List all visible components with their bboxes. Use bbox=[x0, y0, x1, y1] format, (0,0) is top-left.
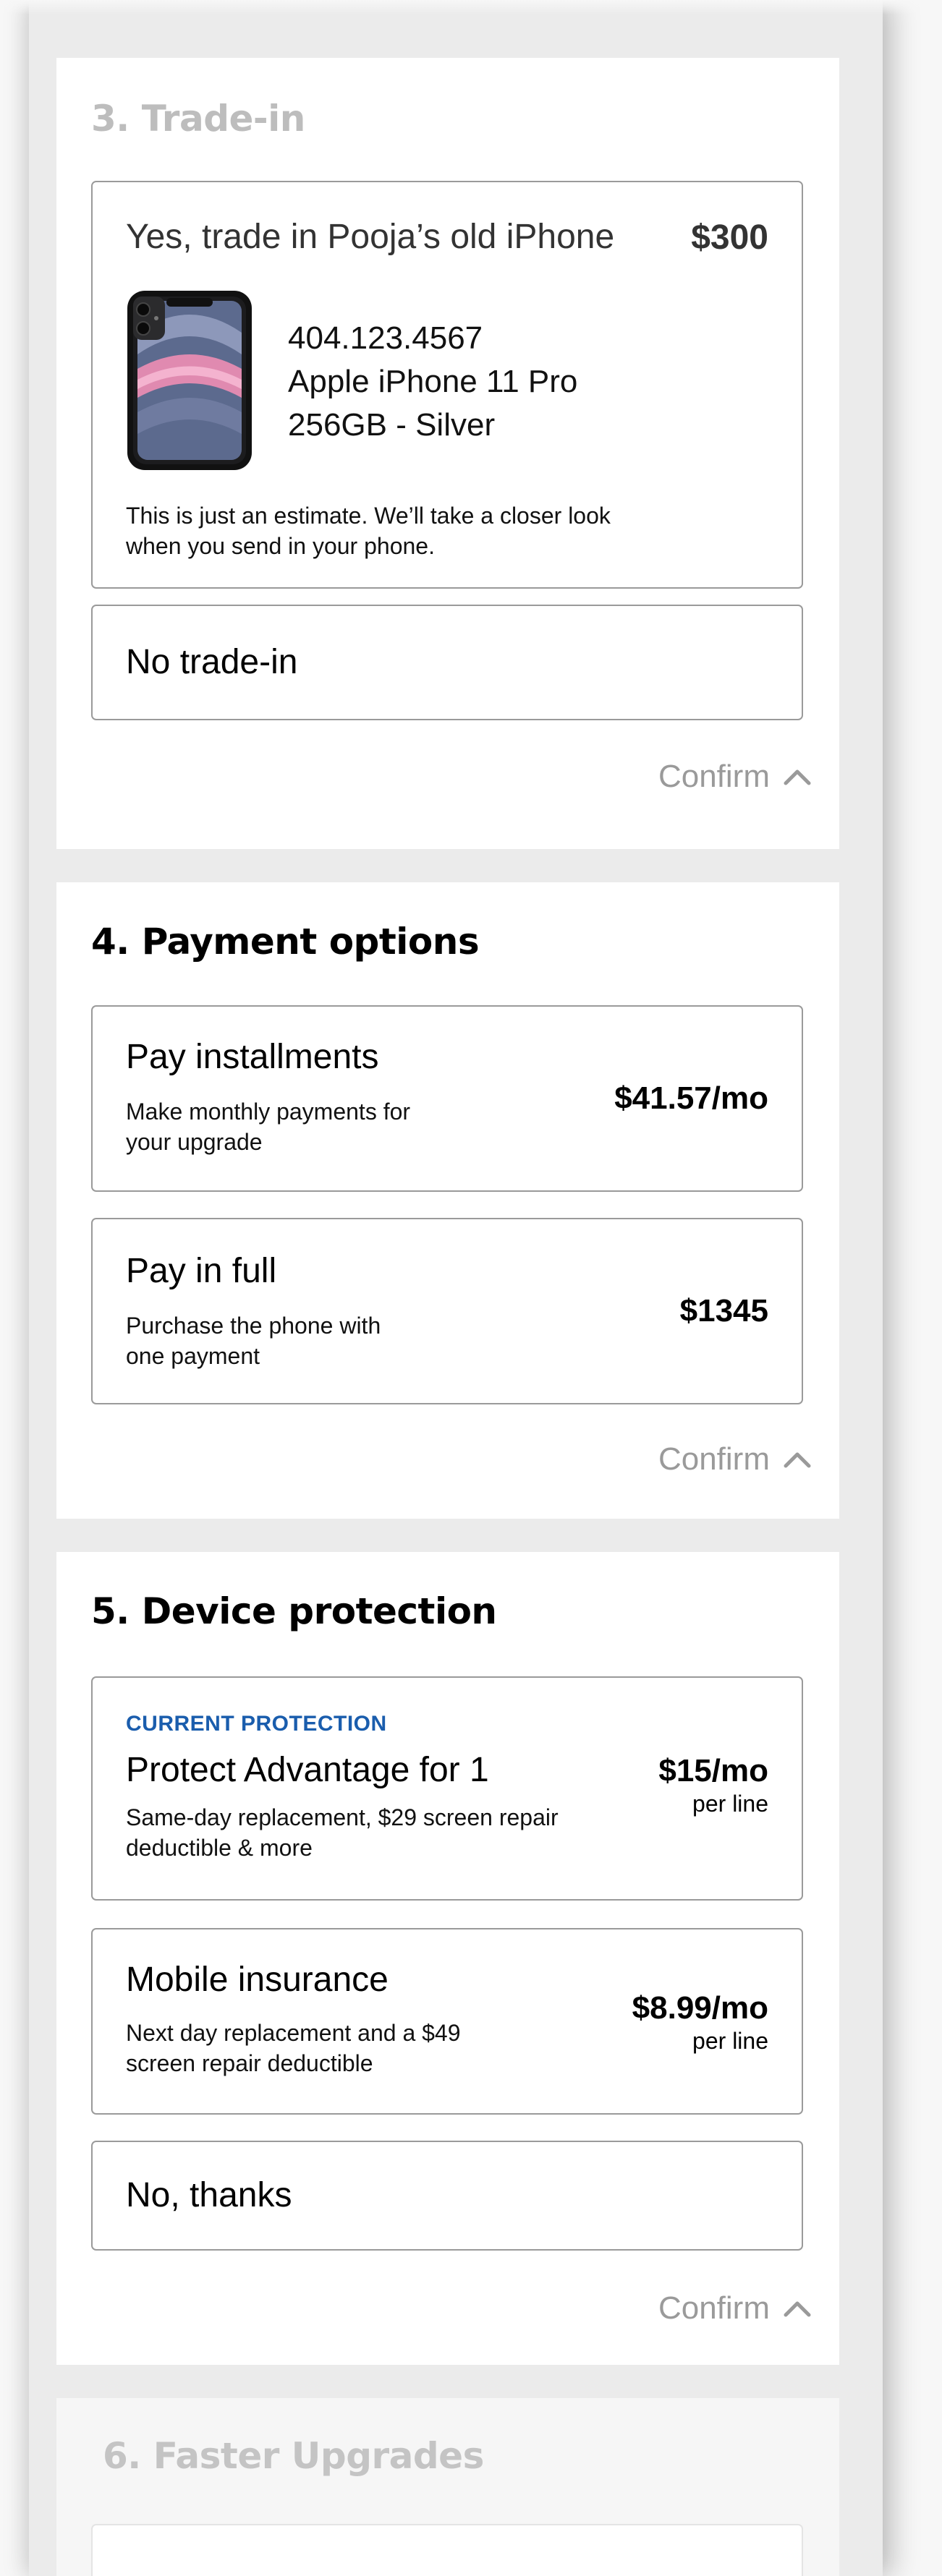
no-trade-in-title: No trade-in bbox=[126, 643, 298, 681]
payment-options-title: 4. Payment options bbox=[91, 921, 480, 963]
protect-advantage-title: Protect Advantage for 1 bbox=[126, 1751, 489, 1789]
faster-upgrades-section: 6. Faster Upgrades bbox=[56, 2398, 839, 2576]
pay-installments-title: Pay installments bbox=[126, 1038, 379, 1076]
faster-upgrades-title: 6. Faster Upgrades bbox=[103, 2435, 484, 2477]
trade-in-spec: 256GB - Silver bbox=[288, 407, 496, 443]
pay-in-full-price: $1345 bbox=[679, 1293, 768, 1328]
faster-upgrades-option[interactable] bbox=[91, 2524, 803, 2576]
chevron-up-icon bbox=[784, 2301, 811, 2317]
payment-confirm-button[interactable]: Confirm bbox=[658, 1439, 812, 1480]
trade-in-confirm-button[interactable]: Confirm bbox=[658, 756, 812, 797]
payment-options-section: 4. Payment options Pay installments Make… bbox=[56, 882, 839, 1519]
trade-in-phone-number: 404.123.4567 bbox=[288, 320, 483, 356]
chevron-up-icon bbox=[784, 769, 811, 785]
trade-in-confirm-label: Confirm bbox=[658, 759, 770, 794]
no-protection-option[interactable]: No, thanks bbox=[91, 2141, 803, 2251]
pay-installments-description: Make monthly payments for your upgrade bbox=[126, 1099, 411, 1155]
trade-in-section: 3. Trade-in Yes, trade in Pooja’s old iP… bbox=[56, 58, 839, 849]
trade-in-estimate-note: This is just an estimate. We’ll take a c… bbox=[126, 503, 611, 559]
mobile-insurance-price-unit: per line bbox=[692, 2028, 768, 2054]
no-thanks-title: No, thanks bbox=[126, 2176, 292, 2214]
checkout-scroll-area[interactable]: 3. Trade-in Yes, trade in Pooja’s old iP… bbox=[29, 0, 883, 2576]
protect-advantage-option[interactable]: CURRENT PROTECTION Protect Advantage for… bbox=[91, 1676, 803, 1901]
top-fade bbox=[0, 0, 942, 14]
pay-in-full-description: Purchase the phone with one payment bbox=[126, 1313, 381, 1369]
trade-in-model: Apple iPhone 11 Pro bbox=[288, 364, 578, 399]
trade-in-yes-option[interactable]: Yes, trade in Pooja’s old iPhone $300 40… bbox=[91, 181, 803, 589]
pay-in-full-title: Pay in full bbox=[126, 1252, 277, 1290]
trade-in-yes-title: Yes, trade in Pooja’s old iPhone bbox=[126, 218, 615, 256]
mobile-insurance-title: Mobile insurance bbox=[126, 1961, 389, 1999]
chevron-up-icon bbox=[784, 1452, 811, 1468]
mobile-insurance-description: Next day replacement and a $49 screen re… bbox=[126, 2020, 461, 2076]
trade-in-title: 3. Trade-in bbox=[91, 98, 305, 140]
protect-advantage-price: $15/mo bbox=[658, 1753, 768, 1788]
mobile-insurance-option[interactable]: Mobile insurance Next day replacement an… bbox=[91, 1928, 803, 2115]
protect-advantage-description: Same-day replacement, $29 screen repair … bbox=[126, 1804, 559, 1861]
payment-confirm-label: Confirm bbox=[658, 1441, 770, 1477]
current-protection-label: CURRENT PROTECTION bbox=[126, 1712, 387, 1736]
trade-in-value: $300 bbox=[691, 218, 768, 257]
protect-advantage-price-unit: per line bbox=[692, 1791, 768, 1817]
no-trade-in-option[interactable]: No trade-in bbox=[91, 605, 803, 720]
device-protection-section: 5. Device protection CURRENT PROTECTION … bbox=[56, 1552, 839, 2365]
protection-confirm-button[interactable]: Confirm bbox=[658, 2288, 812, 2329]
mobile-insurance-price: $8.99/mo bbox=[632, 1990, 768, 2026]
iphone-image bbox=[127, 291, 252, 470]
protection-confirm-label: Confirm bbox=[658, 2290, 770, 2326]
pay-in-full-option[interactable]: Pay in full Purchase the phone with one … bbox=[91, 1218, 803, 1404]
trade-in-device-details: 404.123.4567 Apple iPhone 11 Pro 256GB -… bbox=[288, 317, 577, 447]
pay-installments-option[interactable]: Pay installments Make monthly payments f… bbox=[91, 1005, 803, 1192]
pay-installments-price: $41.57/mo bbox=[614, 1080, 768, 1116]
device-protection-title: 5. Device protection bbox=[91, 1590, 497, 1632]
